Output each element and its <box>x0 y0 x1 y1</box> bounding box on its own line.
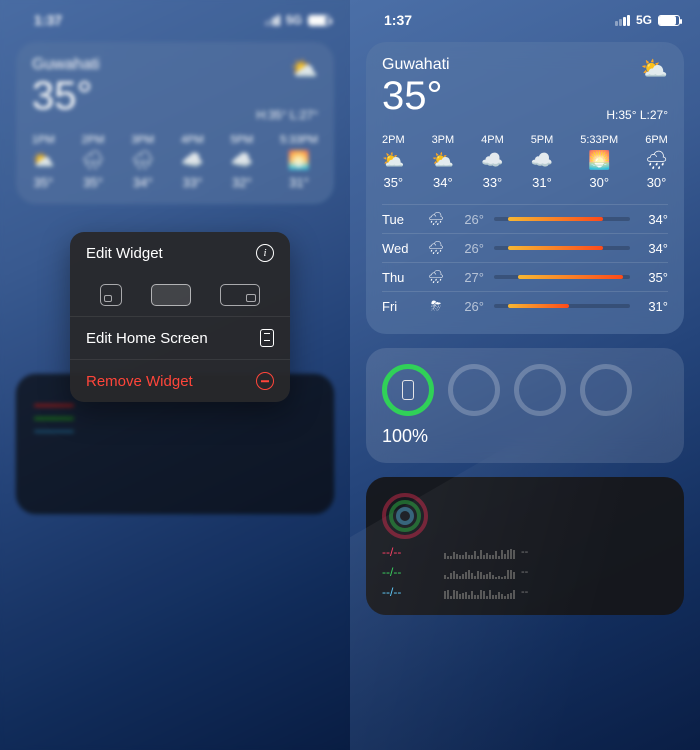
hour-cell: 2PM🌧35° <box>82 134 105 190</box>
battery-icon <box>658 15 680 26</box>
size-large[interactable] <box>220 284 260 306</box>
status-right: 5G <box>615 13 680 27</box>
day-row: Wed🌧26°34° <box>382 233 668 262</box>
hour-cell: 3PM⛅34° <box>432 134 455 190</box>
hi-lo: H:35° L:27° <box>606 108 668 122</box>
sparkline <box>444 565 515 579</box>
network-label: 5G <box>636 13 652 27</box>
left-screenshot: 1:37 5G Guwahati 35° ⛅ H:35° L:27° 1PM⛅3… <box>0 0 350 750</box>
hourly-forecast: 1PM⛅35° 2PM🌧35° 3PM🌧34° 4PM☁️33° 5PM☁️32° 5:3… <box>32 134 318 190</box>
hi-lo: H:35° L:27° <box>256 108 318 122</box>
exercise-metric: --/-- <box>382 565 428 579</box>
signal-icon <box>615 15 630 26</box>
remove-widget-item[interactable]: Remove Widget <box>70 360 290 402</box>
day-row: Fri⛈26°31° <box>382 291 668 320</box>
city-label: Guwahati <box>382 56 450 74</box>
condition-icon: ⛅ <box>256 56 318 82</box>
day-row: Tue🌧26°34° <box>382 204 668 233</box>
status-right: 5G <box>265 13 330 27</box>
signal-icon <box>265 15 280 26</box>
device-ring-4 <box>580 364 632 416</box>
hour-cell: 3PM🌧34° <box>131 134 154 190</box>
hour-cell: 4PM☁️33° <box>481 134 504 190</box>
hour-cell: 1PM⛅35° <box>32 134 55 190</box>
move-metric: --/-- <box>382 545 428 559</box>
fitness-widget[interactable]: --/-- --/-- --/-- -- -- -- <box>366 477 684 615</box>
hourly-forecast: 2PM⛅35° 3PM⛅34° 4PM☁️33° 5PM☁️31° 5:33PM🌅30°… <box>382 134 668 190</box>
hour-cell: 2PM⛅35° <box>382 134 405 190</box>
hour-cell: 5PM☁️31° <box>531 134 554 190</box>
device-ring-2 <box>448 364 500 416</box>
current-temp: 35° <box>382 76 450 116</box>
widget-size-row <box>70 274 290 316</box>
size-small[interactable] <box>100 284 122 306</box>
edit-home-item[interactable]: Edit Home Screen <box>70 317 290 359</box>
activity-rings-icon <box>382 493 428 539</box>
hour-cell: 4PM☁️33° <box>181 134 204 190</box>
hour-cell: 5PM☁️32° <box>231 134 254 190</box>
current-temp: 35° <box>32 76 100 116</box>
city-label: Guwahati <box>32 56 100 74</box>
sparkline <box>444 545 515 559</box>
hour-cell: 6PM🌧30° <box>645 134 668 190</box>
network-label: 5G <box>286 13 302 27</box>
battery-icon <box>308 15 330 26</box>
daily-forecast: Tue🌧26°34°Wed🌧26°34°Thu🌧27°35°Fri⛈26°31° <box>382 204 668 320</box>
clock: 1:37 <box>34 12 62 28</box>
battery-percent: 100% <box>382 426 668 447</box>
edit-widget-item[interactable]: Edit Widget i <box>70 232 290 274</box>
battery-widget[interactable]: 100% <box>366 348 684 463</box>
weather-widget[interactable]: Guwahati 35° ⛅ H:35° L:27° 1PM⛅35° 2PM🌧35… <box>16 42 334 204</box>
hour-cell: 5:33PM🌅30° <box>580 134 618 190</box>
weather-widget-large[interactable]: Guwahati 35° ⛅ H:35° L:27° 2PM⛅35° 3PM⛅34… <box>366 42 684 334</box>
device-ring-3 <box>514 364 566 416</box>
hour-cell: 5:33PM🌅31° <box>280 134 318 190</box>
minus-icon <box>256 372 274 390</box>
day-row: Thu🌧27°35° <box>382 262 668 291</box>
phone-icon <box>402 380 414 400</box>
sparkline <box>444 585 515 599</box>
status-bar: 1:37 5G <box>0 0 350 32</box>
stand-metric: --/-- <box>382 585 428 599</box>
info-icon: i <box>256 244 274 262</box>
clock: 1:37 <box>384 12 412 28</box>
right-screenshot: 1:37 5G Guwahati 35° ⛅ H:35° L:27° 2PM⛅3… <box>350 0 700 750</box>
status-bar: 1:37 5G <box>350 0 700 32</box>
widget-context-menu: Edit Widget i Edit Home Screen Remove Wi… <box>70 232 290 402</box>
condition-icon: ⛅ <box>606 56 668 82</box>
device-ring-1 <box>382 364 434 416</box>
size-medium[interactable] <box>151 284 191 306</box>
apps-icon <box>260 329 274 347</box>
